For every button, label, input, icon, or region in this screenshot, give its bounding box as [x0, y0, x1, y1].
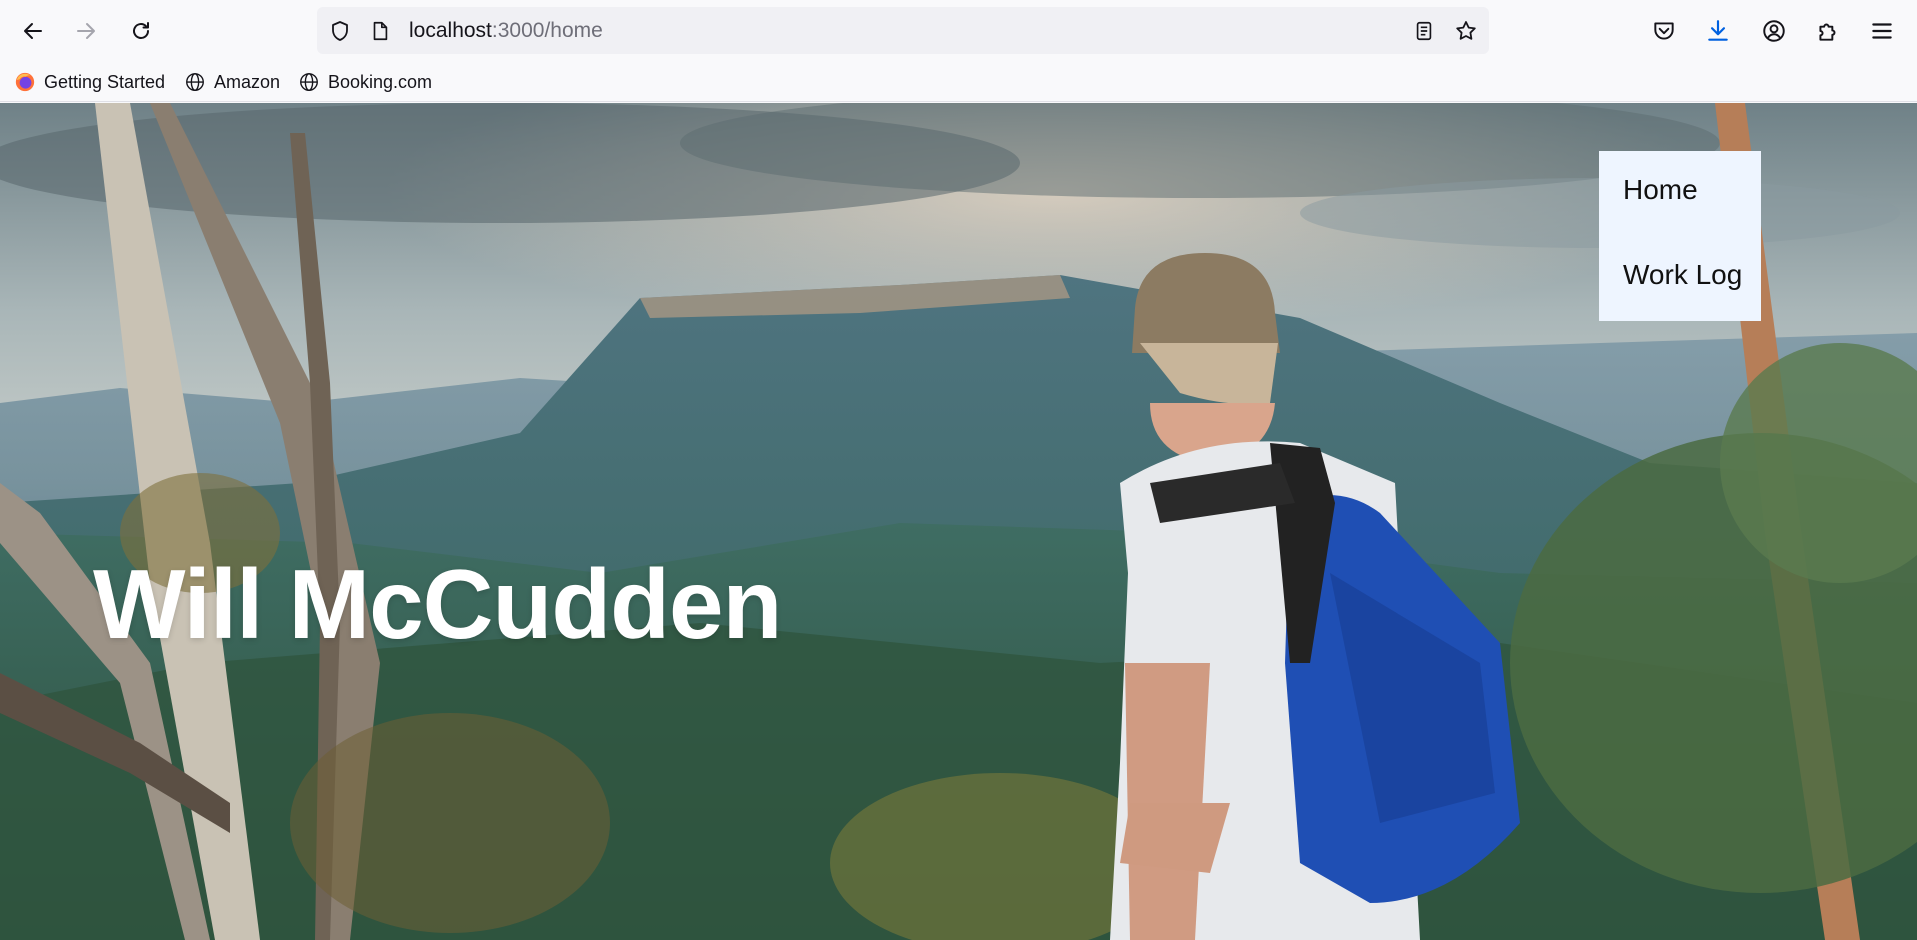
download-icon — [1708, 20, 1728, 41]
bookmarks-toolbar: Getting Started Amazon Booking.com — [0, 62, 1917, 102]
globe-icon — [297, 70, 321, 94]
pocket-icon — [1654, 22, 1674, 40]
url-host: localhost — [409, 19, 492, 42]
browser-toolbar: localhost:3000/home — [0, 0, 1917, 62]
bookmark-getting-started[interactable]: Getting Started — [13, 68, 165, 96]
reload-icon — [133, 22, 149, 39]
pocket-button[interactable] — [1646, 13, 1682, 49]
arrow-right-icon — [77, 23, 95, 39]
extensions-button[interactable] — [1810, 13, 1846, 49]
reload-button[interactable] — [121, 11, 161, 51]
hamburger-icon — [1872, 23, 1892, 39]
url-path: :3000/home — [491, 19, 603, 42]
back-button[interactable] — [13, 11, 53, 51]
reader-view-icon[interactable] — [1411, 18, 1437, 44]
nav-link-work-log[interactable]: Work Log — [1623, 259, 1742, 291]
firefox-icon — [13, 70, 37, 94]
puzzle-icon — [1819, 23, 1836, 41]
hero-title: Will McCudden — [93, 549, 782, 659]
bookmark-label: Amazon — [214, 71, 281, 92]
page-viewport: Will McCudden Home Work Log — [0, 103, 1917, 940]
downloads-button[interactable] — [1700, 13, 1736, 49]
account-button[interactable] — [1756, 13, 1792, 49]
bookmark-label: Booking.com — [328, 71, 433, 92]
url-text[interactable]: localhost:3000/home — [409, 19, 603, 43]
bookmark-star-icon[interactable] — [1453, 18, 1479, 44]
page-icon[interactable] — [367, 18, 393, 44]
bookmark-booking[interactable]: Booking.com — [297, 68, 432, 96]
globe-icon — [183, 70, 207, 94]
shield-icon[interactable] — [327, 18, 353, 44]
bookmark-amazon[interactable]: Amazon — [183, 68, 280, 96]
bookmark-label: Getting Started — [44, 71, 166, 92]
arrow-left-icon — [24, 23, 42, 39]
account-icon — [1763, 20, 1785, 42]
nav-link-home[interactable]: Home — [1623, 174, 1698, 206]
site-nav-menu: Home Work Log — [1599, 151, 1761, 321]
forward-button[interactable] — [66, 11, 106, 51]
app-menu-button[interactable] — [1864, 13, 1900, 49]
url-bar[interactable]: localhost:3000/home — [317, 7, 1489, 54]
